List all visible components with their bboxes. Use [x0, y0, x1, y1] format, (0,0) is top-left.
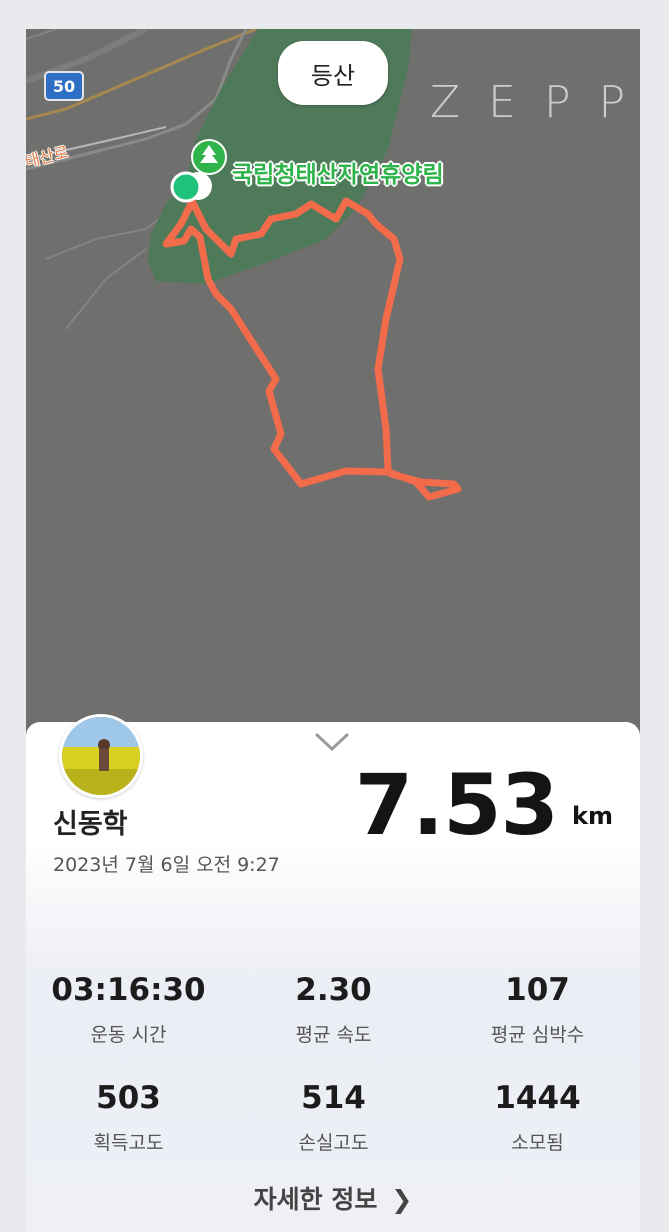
- chevron-down-icon[interactable]: [314, 730, 350, 754]
- stat-label: 손실고도: [298, 1132, 369, 1154]
- stat-avg-speed: 2.30 평균 속도: [231, 972, 436, 1047]
- stat-label: 소모됨: [511, 1132, 564, 1154]
- stat-label: 운동 시간: [90, 1024, 167, 1046]
- stat-elevation-loss: 514 손실고도: [231, 1080, 436, 1155]
- stat-label: 평균 심박수: [490, 1024, 585, 1046]
- stat-workout-time: 03:16:30 운동 시간: [26, 972, 231, 1047]
- distance-unit: km: [572, 802, 613, 830]
- details-label: 자세한 정보: [253, 1185, 378, 1214]
- avatar-image: [62, 717, 140, 795]
- map-canvas: ⚑: [26, 29, 462, 501]
- stat-value: 107: [505, 972, 570, 1008]
- stat-label: 평균 속도: [295, 1024, 372, 1046]
- zepp-logo: ZEPP: [430, 77, 640, 128]
- details-button[interactable]: 자세한 정보 ❯: [26, 1180, 640, 1216]
- road-line: [26, 29, 57, 40]
- chevron-right-icon: ❯: [391, 1185, 413, 1214]
- stat-value: 514: [301, 1080, 366, 1116]
- stat-elevation-gain: 503 획득고도: [26, 1080, 231, 1155]
- avatar[interactable]: [59, 714, 143, 798]
- activity-date-time: 2023년 7월 6일 오전 9:27: [53, 854, 280, 876]
- stat-value: 2.30: [295, 972, 372, 1008]
- route-map[interactable]: ⚑ 50 태산로 국립청태산자연휴양림 등산 ZEPP: [26, 29, 640, 749]
- poi-label: 국립청태산자연휴양림: [232, 162, 444, 188]
- distance-value: 7.53: [354, 756, 559, 854]
- summary-sheet: 신동학 2023년 7월 6일 오전 9:27 7.53 km 03:16:30…: [26, 714, 640, 1232]
- activity-type-pill[interactable]: 등산: [278, 41, 388, 105]
- road-line: [65, 248, 147, 330]
- phone-screen: ⚑ 50 태산로 국립청태산자연휴양림 등산 ZEPP 신동학 2023년 7월…: [26, 29, 640, 1232]
- stat-value: 503: [96, 1080, 161, 1116]
- stat-value: 1444: [494, 1080, 581, 1116]
- stat-avg-heart-rate: 107 평균 심박수: [435, 972, 640, 1047]
- user-name: 신동학: [53, 809, 128, 840]
- route-shield-badge: 50: [44, 71, 84, 101]
- stat-calories: 1444 소모됨: [435, 1080, 640, 1155]
- start-marker-icon: [170, 171, 202, 203]
- stat-value: 03:16:30: [51, 972, 206, 1008]
- stat-label: 획득고도: [93, 1132, 164, 1154]
